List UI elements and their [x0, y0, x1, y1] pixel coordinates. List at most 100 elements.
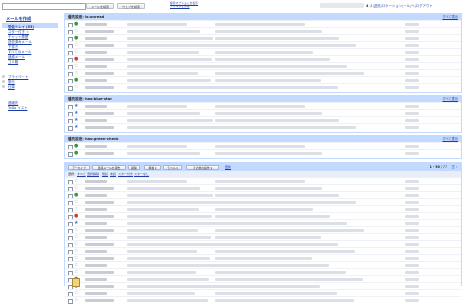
- subject-redacted: [127, 235, 211, 239]
- snippet-redacted: [215, 242, 338, 246]
- message-row[interactable]: ☆: [65, 289, 461, 297]
- message-row[interactable]: ☆: [65, 205, 461, 213]
- message-row[interactable]: ●: [65, 34, 461, 42]
- message-row[interactable]: ★: [65, 102, 461, 110]
- check-icon[interactable]: ●: [74, 150, 78, 156]
- row-checkbox[interactable]: [68, 298, 73, 304]
- message-row[interactable]: ☆: [65, 198, 461, 206]
- report-spam-button[interactable]: 迷惑メールを報告: [92, 164, 126, 170]
- subject-redacted: [127, 256, 210, 260]
- sidebar-item-trash[interactable]: ゴミ箱: [8, 59, 18, 64]
- message-row[interactable]: ●: [65, 212, 461, 220]
- top-link-4[interactable]: ケーション: [385, 4, 402, 8]
- label-dot-icon: [2, 80, 5, 83]
- date-redacted: [405, 298, 419, 302]
- message-row[interactable]: ☆: [65, 268, 461, 276]
- snippet-redacted: [215, 85, 338, 89]
- sender-redacted: [85, 179, 107, 183]
- select-unread-link[interactable]: 未読: [110, 172, 116, 177]
- sender-redacted: [85, 249, 107, 253]
- row-checkbox[interactable]: [68, 151, 73, 157]
- message-row[interactable]: ☆: [65, 184, 461, 192]
- message-row[interactable]: ★: [65, 123, 461, 131]
- archive-button[interactable]: アーカイブ: [68, 164, 90, 170]
- message-row[interactable]: ★: [65, 109, 461, 117]
- subject-redacted: [127, 200, 226, 204]
- message-row[interactable]: ☆: [65, 83, 461, 91]
- view-all-link[interactable]: すべて表示: [442, 97, 458, 102]
- view-all-link[interactable]: すべて表示: [442, 137, 458, 142]
- snippet-redacted: [215, 186, 322, 190]
- search-input[interactable]: [2, 3, 86, 10]
- sender-redacted: [85, 144, 107, 148]
- sidebar-item-inbox[interactable]: 受信トレイ (53): [8, 24, 34, 29]
- subject-redacted: [127, 50, 199, 54]
- star-icon[interactable]: ☆: [74, 297, 78, 303]
- move-dropdown[interactable]: 移動 ▾: [144, 164, 161, 170]
- message-row[interactable]: ●: [65, 55, 461, 63]
- label-dot-icon: [2, 75, 5, 78]
- date-redacted: [405, 29, 419, 33]
- select-starred-link[interactable]: スター付き: [118, 172, 133, 177]
- message-row[interactable]: ☆: [65, 177, 461, 185]
- message-row[interactable]: ☆: [65, 226, 461, 234]
- search-options-link[interactable]: 検索オプションを表示 フィルタを作成: [170, 1, 198, 9]
- sender-redacted: [85, 125, 114, 129]
- sidebar-label-work[interactable]: 仕事: [8, 84, 15, 89]
- inbox-list: アーカイブ 迷惑メールを報告 削除 移動 ▾ ラベル ▾ その他の操作 ▾ 更新…: [64, 162, 462, 304]
- subject-redacted: [127, 118, 213, 122]
- message-row[interactable]: ☆: [65, 247, 461, 255]
- message-row[interactable]: ☆: [65, 254, 461, 262]
- row-checkbox[interactable]: [68, 125, 73, 131]
- star-icon[interactable]: ☆: [74, 84, 78, 90]
- more-actions-dropdown[interactable]: その他の操作 ▾: [186, 164, 219, 170]
- logout-link[interactable]: ログアウト: [416, 4, 433, 8]
- message-row[interactable]: ●: [65, 191, 461, 199]
- top-link-2[interactable]: 送信: [374, 4, 381, 8]
- message-row[interactable]: ☆: [65, 69, 461, 77]
- todo-link[interactable]: ToDo リスト: [8, 105, 28, 110]
- search-mail-button[interactable]: メールを検索: [86, 3, 114, 9]
- row-checkbox[interactable]: [68, 85, 73, 91]
- message-row[interactable]: ●: [65, 275, 461, 283]
- message-row[interactable]: ●: [65, 149, 461, 157]
- delete-button[interactable]: 削除: [128, 164, 140, 170]
- message-row[interactable]: ●: [65, 20, 461, 28]
- subject-redacted: [127, 277, 209, 281]
- sender-redacted: [85, 111, 114, 115]
- message-row[interactable]: ☆: [65, 261, 461, 269]
- blue-star-icon[interactable]: ★: [74, 124, 78, 130]
- older-link[interactable]: 古 ›: [452, 165, 457, 170]
- snippet-redacted: [215, 144, 305, 148]
- subject-redacted: [127, 36, 213, 40]
- search-web-button[interactable]: ウェブを検索: [117, 3, 145, 9]
- message-row[interactable]: ★: [65, 116, 461, 124]
- subject-redacted: [127, 284, 222, 288]
- message-row[interactable]: ☆: [65, 233, 461, 241]
- message-row[interactable]: ●: [65, 76, 461, 84]
- message-row[interactable]: ☆: [65, 296, 461, 304]
- snippet-redacted: [215, 104, 305, 108]
- snippet-redacted: [215, 256, 312, 260]
- compose-link[interactable]: メールを作成: [6, 16, 31, 22]
- message-row[interactable]: ☆: [65, 41, 461, 49]
- sender-redacted: [85, 221, 107, 225]
- message-row[interactable]: ☆: [65, 48, 461, 56]
- sender-redacted: [85, 36, 107, 40]
- select-unstarred-link[interactable]: スターなし: [134, 172, 149, 177]
- message-row[interactable]: ●: [65, 142, 461, 150]
- select-read-link[interactable]: 既読: [102, 172, 108, 177]
- message-row[interactable]: ☆: [65, 27, 461, 35]
- select-none-link[interactable]: 選択解除: [87, 172, 99, 177]
- view-all-link[interactable]: すべて表示: [442, 15, 458, 20]
- message-row[interactable]: ★: [65, 219, 461, 227]
- message-row[interactable]: ☆: [65, 240, 461, 248]
- labels-dropdown[interactable]: ラベル ▾: [163, 164, 182, 170]
- date-redacted: [405, 50, 419, 54]
- message-row[interactable]: ☆: [65, 62, 461, 70]
- snippet-redacted: [215, 221, 347, 225]
- message-count: 1 - 50 / 77: [429, 164, 447, 169]
- refresh-link[interactable]: 更新: [225, 165, 231, 170]
- select-all-link[interactable]: すべて: [77, 172, 86, 177]
- date-redacted: [405, 263, 419, 267]
